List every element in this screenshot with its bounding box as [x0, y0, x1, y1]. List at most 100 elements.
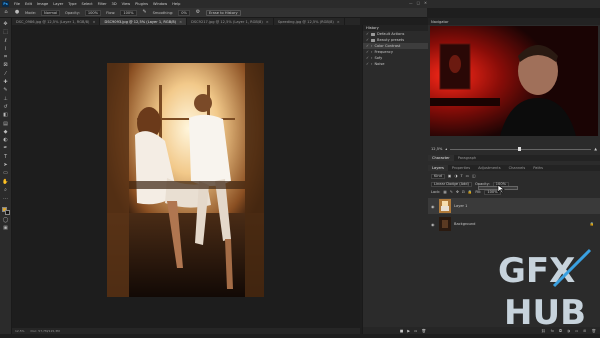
frame-tool-icon[interactable]: ⊠ — [3, 63, 9, 68]
trash-icon[interactable]: 🗑 — [421, 329, 426, 333]
menu-select[interactable]: Select — [82, 2, 93, 6]
doc-tab-3[interactable]: DSC9217.jpg @ 12,5% (Layer 1, RGB/8) × — [187, 18, 274, 25]
layer-row-background[interactable]: ◉ Background 🔒 — [428, 216, 600, 232]
check-icon[interactable]: ✓ — [366, 44, 369, 48]
filter-adjust-icon[interactable]: ◑ — [454, 174, 457, 178]
check-icon[interactable]: ✓ — [366, 38, 369, 42]
doc-tab-4[interactable]: Speeding.jpg @ 12,5% (RGB/8) × — [274, 18, 345, 25]
flow-input[interactable]: 100% — [120, 9, 137, 16]
zoom-out-icon[interactable]: ▴ — [445, 147, 447, 151]
home-icon[interactable]: ⌂ — [3, 10, 9, 15]
tab-paragraph[interactable]: Paragraph — [454, 155, 480, 161]
filter-shape-icon[interactable]: ▭ — [466, 174, 469, 178]
smoothing-input[interactable]: 0% — [178, 9, 190, 16]
layer-row-layer-1[interactable]: ◉ Layer 1 — [428, 198, 600, 214]
navigator-zoom-slider[interactable] — [450, 147, 592, 151]
type-tool-icon[interactable]: T — [3, 154, 9, 160]
visibility-eye-icon[interactable]: ◉ — [431, 222, 436, 227]
marquee-tool-icon[interactable]: ⬚ — [3, 30, 9, 35]
pen-tool-icon[interactable]: ✒ — [3, 146, 9, 151]
check-icon[interactable]: ✓ — [366, 50, 369, 54]
close-button[interactable]: ✕ — [424, 1, 427, 5]
screen-mode-icon[interactable]: ▣ — [3, 226, 9, 231]
navigator-tab[interactable]: Navigator — [431, 20, 449, 24]
history-brush-tool-icon[interactable]: ↺ — [3, 104, 9, 110]
minimize-button[interactable]: — — [409, 1, 413, 5]
crop-tool-icon[interactable]: ⌗ — [3, 55, 9, 60]
menu-image[interactable]: Image — [37, 2, 48, 6]
lock-pixels-icon[interactable]: ▦ — [443, 190, 446, 194]
close-icon[interactable]: × — [337, 20, 340, 24]
tab-properties[interactable]: Properties — [448, 165, 474, 171]
check-icon[interactable]: ✓ — [366, 56, 369, 60]
stamp-tool-icon[interactable]: ⊥ — [3, 96, 9, 102]
opacity-input[interactable]: 100% — [84, 9, 102, 16]
path-select-tool-icon[interactable]: ➤ — [3, 163, 9, 168]
mode-select[interactable]: Normal — [41, 9, 61, 16]
document-photo[interactable] — [107, 63, 264, 297]
visibility-eye-icon[interactable]: ◉ — [431, 204, 436, 209]
more-tools-icon[interactable]: … — [3, 196, 9, 201]
menu-window[interactable]: Window — [153, 2, 167, 6]
dodge-tool-icon[interactable]: ◐ — [3, 138, 9, 143]
stop-icon[interactable]: ■ — [400, 329, 403, 333]
quick-mask-icon[interactable]: ◯ — [3, 217, 9, 223]
lock-artboard-icon[interactable]: ⊡ — [462, 190, 465, 194]
move-tool-icon[interactable]: ✥ — [3, 22, 9, 27]
filter-pixel-icon[interactable]: ▣ — [448, 174, 451, 178]
tab-channels[interactable]: Channels — [505, 165, 530, 171]
lasso-tool-icon[interactable]: ℓ — [3, 38, 9, 44]
menu-layer[interactable]: Layer — [53, 2, 63, 6]
status-zoom[interactable]: 12,5% — [15, 329, 25, 333]
brush-tool-icon[interactable]: ✎ — [3, 88, 9, 93]
doc-tab-1[interactable]: DSC_0986.jpg @ 12,5% (Layer 1, RGB/8) × — [12, 18, 101, 25]
background-color-swatch[interactable] — [4, 209, 10, 215]
menu-type[interactable]: Type — [68, 2, 76, 6]
filter-type-icon[interactable]: T — [460, 174, 462, 178]
zoom-tool-icon[interactable]: ⌕ — [3, 187, 9, 193]
rectangle-tool-icon[interactable]: ▭ — [3, 171, 9, 176]
close-icon[interactable]: × — [266, 20, 269, 24]
filter-smart-icon[interactable]: ◫ — [472, 174, 475, 178]
navigator-zoom-value[interactable]: 12,5% — [431, 147, 442, 151]
layer-name[interactable]: Background — [454, 222, 475, 226]
doc-tab-2[interactable]: DSC9093.jpg @ 12,5% (Layer 1, RGB/8) × — [100, 18, 188, 25]
zoom-slider-knob[interactable] — [517, 147, 521, 151]
blur-tool-icon[interactable]: ◆ — [3, 129, 9, 135]
lock-paint-icon[interactable]: ✎ — [450, 190, 453, 194]
play-icon[interactable]: ▶ — [407, 329, 410, 333]
tab-paths[interactable]: Paths — [529, 165, 547, 171]
brush-preset-icon[interactable]: ● — [14, 10, 20, 15]
healing-tool-icon[interactable]: ✚ — [3, 80, 9, 85]
quick-select-tool-icon[interactable]: ⌇ — [3, 46, 9, 52]
gradient-tool-icon[interactable]: ▤ — [3, 121, 9, 127]
new-folder-icon[interactable]: ▭ — [414, 329, 417, 333]
eyedropper-tool-icon[interactable]: ⁄ — [3, 71, 9, 77]
hand-tool-icon[interactable]: ✋ — [2, 179, 8, 185]
maximize-button[interactable]: □ — [417, 1, 420, 5]
menu-file[interactable]: File — [14, 2, 20, 6]
tab-layers[interactable]: Layers — [428, 165, 448, 171]
tab-character[interactable]: Character — [428, 155, 454, 161]
canvas-area[interactable] — [12, 25, 360, 328]
lock-all-icon[interactable]: 🔒 — [468, 190, 472, 194]
lock-move-icon[interactable]: ✥ — [456, 190, 459, 194]
navigator-preview-webcam[interactable] — [430, 26, 598, 136]
menu-plugins[interactable]: Plugins — [135, 2, 148, 6]
check-icon[interactable]: ✓ — [366, 62, 369, 66]
tab-adjustments[interactable]: Adjustments — [474, 165, 505, 171]
erase-to-history-toggle[interactable]: Erase to History — [205, 9, 241, 16]
color-swatches[interactable] — [1, 206, 10, 215]
gear-icon[interactable]: ⚙ — [195, 10, 201, 15]
menu-view[interactable]: View — [122, 2, 131, 6]
layer-kind-filter[interactable]: Kind — [431, 173, 445, 179]
menu-filter[interactable]: Filter — [98, 2, 107, 6]
layer-name[interactable]: Layer 1 — [454, 204, 467, 208]
close-icon[interactable]: × — [92, 20, 95, 24]
history-item-noise[interactable]: ✓ › Noise — [363, 61, 428, 67]
menu-3d[interactable]: 3D — [112, 2, 117, 6]
zoom-in-icon[interactable]: ▲ — [594, 147, 597, 151]
menu-edit[interactable]: Edit — [25, 2, 32, 6]
airbrush-icon[interactable]: ✎ — [142, 10, 148, 15]
menu-help[interactable]: Help — [172, 2, 180, 6]
